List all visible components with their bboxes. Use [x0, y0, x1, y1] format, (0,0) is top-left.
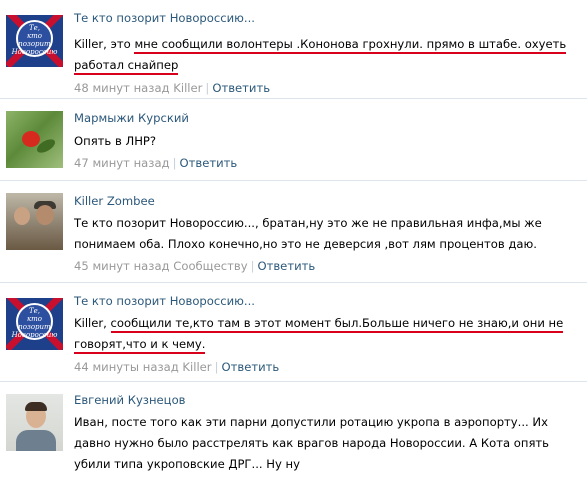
- comment-timestamp[interactable]: 45 минут назад Сообществу: [74, 259, 248, 273]
- comment-author-link[interactable]: Евгений Кузнецов: [74, 393, 581, 407]
- comment-text-prefix: Те кто позорит Новороссию..., братан,ну …: [74, 216, 542, 251]
- comment-timestamp[interactable]: 48 минут назад Killer: [74, 81, 202, 95]
- avatar-caption: Новороссию: [11, 48, 58, 56]
- comment-item: Те, кто позорит Новороссию Те кто позори…: [0, 0, 587, 98]
- comment-meta: 47 минут назад | Ответить: [74, 155, 581, 171]
- comment-item: Мармыжи Курский Опять в ЛНР? 47 минут на…: [0, 99, 587, 179]
- comment-text-prefix: Killer,: [74, 316, 111, 330]
- comment-text: Killer, это мне сообщили волонтеры .Коно…: [74, 34, 581, 76]
- reply-link[interactable]: Ответить: [257, 259, 315, 273]
- reply-link[interactable]: Ответить: [221, 360, 279, 374]
- comment-text: Опять в ЛНР?: [74, 131, 581, 152]
- comment-text: Те кто позорит Новороссию..., братан,ну …: [74, 213, 581, 255]
- meta-divider: |: [205, 81, 210, 95]
- comment-meta: 44 минуты назад Killer | Ответить: [74, 359, 581, 375]
- comment-author-link[interactable]: Те кто позорит Новороссию...: [74, 294, 581, 308]
- comment-meta: 45 минут назад Сообществу | Ответить: [74, 258, 581, 274]
- meta-divider: |: [172, 156, 177, 170]
- comment-author-link[interactable]: Те кто позорит Новороссию...: [74, 11, 581, 25]
- novorossiya-flag-avatar[interactable]: Те, кто позорит Новороссию: [6, 293, 63, 350]
- comment-timestamp[interactable]: 44 минуты назад Killer: [74, 360, 212, 374]
- comment-author-link[interactable]: Мармыжи Курский: [74, 111, 581, 125]
- reply-link[interactable]: Ответить: [212, 81, 270, 95]
- comment-item: Те, кто позорит Новороссию Те кто позори…: [0, 283, 587, 381]
- comment-text-prefix: Иван, посте того как эти парни допустили…: [74, 415, 549, 471]
- highlighted-text: сообщили те,кто там в этот момент был.Бо…: [74, 316, 564, 354]
- man-portrait-avatar[interactable]: [6, 394, 63, 451]
- comment-timestamp[interactable]: 47 минут назад: [74, 156, 170, 170]
- avatar-caption: Новороссию: [11, 331, 58, 339]
- comment-item: Killer Zombee Те кто позорит Новороссию.…: [0, 181, 587, 281]
- comment-author-link[interactable]: Killer Zombee: [74, 194, 581, 208]
- comment-text-prefix: Killer, это: [74, 37, 135, 51]
- avatar-caption: позорит: [18, 323, 51, 331]
- group-photo-avatar[interactable]: [6, 193, 63, 250]
- comment-meta: 48 минут назад Killer | Ответить: [74, 80, 581, 96]
- avatar-caption: позорит: [18, 40, 51, 48]
- flower-photo-avatar[interactable]: [6, 111, 63, 168]
- meta-divider: |: [250, 259, 255, 273]
- comments-feed: Те, кто позорит Новороссию Те кто позори…: [0, 0, 587, 477]
- novorossiya-flag-avatar[interactable]: Те, кто позорит Новороссию: [6, 10, 63, 67]
- comment-text-prefix: Опять в ЛНР?: [74, 134, 157, 148]
- avatar-caption: кто: [26, 315, 43, 323]
- avatar-caption: Те,: [28, 307, 41, 315]
- comment-item: Евгений Кузнецов Иван, посте того как эт…: [0, 382, 587, 477]
- comment-text: Иван, посте того как эти парни допустили…: [74, 412, 581, 475]
- reply-link[interactable]: Ответить: [179, 156, 237, 170]
- avatar-caption: кто: [26, 32, 43, 40]
- meta-divider: |: [214, 360, 219, 374]
- avatar-caption: Те,: [28, 24, 41, 32]
- comment-text: Killer, сообщили те,кто там в этот момен…: [74, 313, 581, 355]
- highlighted-text: мне сообщили волонтеры .Кононова грохнул…: [74, 37, 567, 75]
